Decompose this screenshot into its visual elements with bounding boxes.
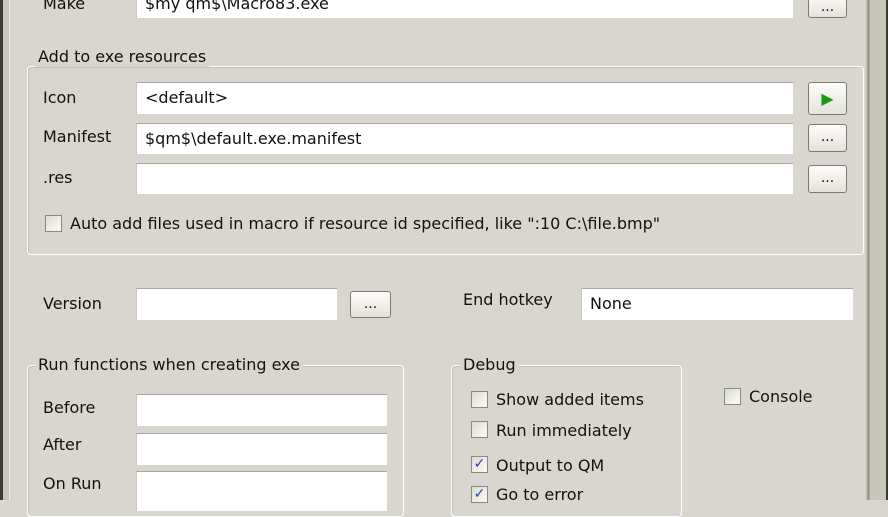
go-to-error-checkbox[interactable]: ✓ xyxy=(471,486,488,503)
make-input[interactable]: $my qm$\Macro83.exe xyxy=(136,0,793,18)
console-checkbox[interactable] xyxy=(724,388,741,405)
before-label: Before xyxy=(43,398,96,417)
go-to-error-label: Go to error xyxy=(496,485,584,504)
on-run-label: On Run xyxy=(43,474,102,493)
resources-group-title: Add to exe resources xyxy=(35,47,210,67)
after-input[interactable] xyxy=(136,433,387,465)
show-added-items-checkbox[interactable] xyxy=(471,391,488,408)
output-to-qm-checkbox[interactable]: ✓ xyxy=(471,456,488,473)
on-run-input[interactable] xyxy=(136,471,387,511)
res-label: .res xyxy=(43,168,73,187)
manifest-label: Manifest xyxy=(43,127,112,146)
make-label: Make xyxy=(43,0,86,13)
end-hotkey-label: End hotkey xyxy=(463,290,553,309)
play-icon: ▶ xyxy=(821,89,834,108)
output-to-qm-label: Output to QM xyxy=(496,456,605,475)
window-left-border xyxy=(0,0,10,500)
before-input[interactable] xyxy=(136,394,387,426)
console-label: Console xyxy=(749,387,813,406)
window-right-border xyxy=(866,0,888,500)
res-input[interactable] xyxy=(136,163,793,194)
manifest-browse-button[interactable]: ... xyxy=(808,124,847,152)
version-input[interactable] xyxy=(136,288,337,320)
icon-preview-button[interactable]: ▶ xyxy=(808,82,847,115)
version-label: Version xyxy=(43,294,102,313)
run-immediately-label: Run immediately xyxy=(496,421,632,440)
res-browse-button[interactable]: ... xyxy=(808,165,847,193)
make-browse-button[interactable]: ... xyxy=(808,0,847,18)
after-label: After xyxy=(43,435,82,454)
run-functions-group-title: Run functions when creating exe xyxy=(35,355,303,375)
version-browse-button[interactable]: ... xyxy=(350,291,391,318)
auto-add-checkbox[interactable] xyxy=(45,215,62,232)
show-added-items-label: Show added items xyxy=(496,390,644,409)
run-immediately-checkbox[interactable] xyxy=(471,421,488,438)
icon-input[interactable]: <default> xyxy=(136,82,793,114)
end-hotkey-input[interactable]: None xyxy=(581,288,853,320)
debug-group-title: Debug xyxy=(460,355,519,375)
auto-add-label: Auto add files used in macro if resource… xyxy=(70,214,661,233)
manifest-input[interactable]: $qm$\default.exe.manifest xyxy=(136,123,793,154)
icon-label: Icon xyxy=(43,88,77,107)
